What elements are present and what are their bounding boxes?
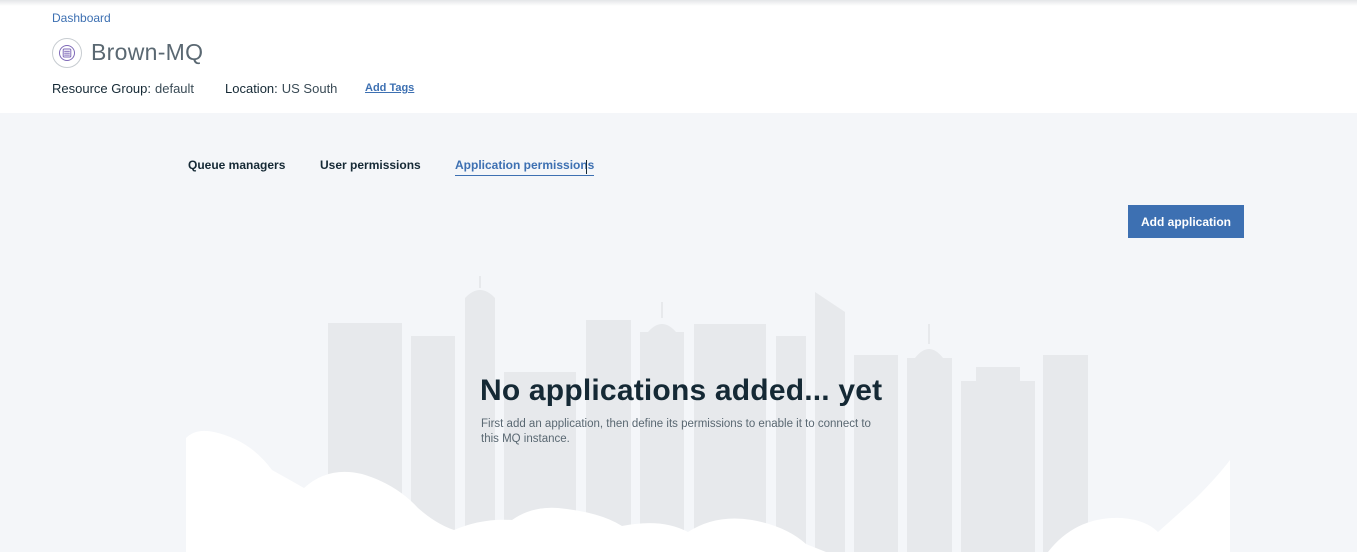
tab-user-permissions[interactable]: User permissions — [320, 158, 421, 172]
empty-state-illustration — [186, 276, 1230, 552]
location-label: Location: — [225, 81, 278, 96]
tab-queue-managers[interactable]: Queue managers — [188, 158, 285, 172]
text-cursor — [586, 160, 587, 174]
empty-state-title: No applications added... yet — [480, 374, 883, 407]
add-tags-link[interactable]: Add Tags — [365, 82, 414, 94]
mq-service-icon — [52, 38, 82, 68]
header-shadow — [0, 0, 1357, 6]
empty-state-description: First add an application, then define it… — [481, 418, 871, 445]
location-value: US South — [281, 81, 338, 96]
breadcrumb-dashboard[interactable]: Dashboard — [52, 11, 111, 25]
add-application-button[interactable]: Add application — [1128, 205, 1244, 238]
page-title: Brown-MQ — [91, 39, 204, 65]
resource-group-value: default — [155, 81, 195, 96]
resource-group-label: Resource Group: — [52, 81, 151, 96]
tab-application-permissions[interactable]: Application permissions — [455, 158, 595, 176]
location: Location: US South — [225, 81, 337, 96]
resource-group: Resource Group: default — [52, 81, 194, 96]
page-header: Dashboard Brown-MQ Resource Group: defaul… — [0, 0, 1357, 113]
